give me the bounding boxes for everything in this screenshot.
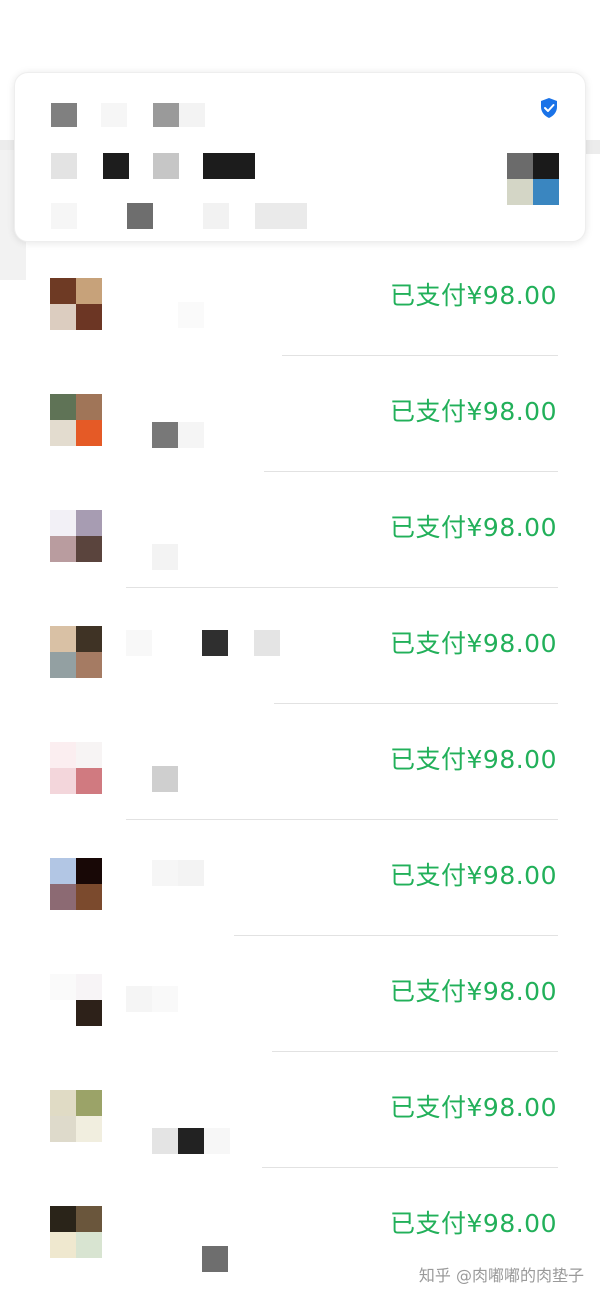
order-row[interactable]: 已支付¥98.00 (0, 472, 600, 588)
order-row[interactable]: 已支付¥98.00 (0, 820, 600, 936)
avatar[interactable] (50, 742, 102, 794)
blurred-block (51, 103, 77, 127)
blurred-name (126, 396, 306, 448)
payment-status: 已支付¥98.00 (390, 977, 557, 1006)
blurred-name (126, 1092, 306, 1154)
blurred-block (153, 153, 179, 179)
shield-check-icon (541, 98, 557, 118)
blurred-name (126, 744, 306, 792)
header-card[interactable] (14, 72, 586, 242)
payment-status: 已支付¥98.00 (390, 513, 557, 542)
blurred-block (255, 203, 307, 229)
payment-status: 已支付¥98.00 (390, 397, 557, 426)
payment-status: 已支付¥98.00 (390, 629, 557, 658)
order-row[interactable]: 已支付¥98.00 (0, 356, 600, 472)
blurred-name (126, 628, 306, 668)
avatar[interactable] (50, 394, 102, 446)
payment-status: 已支付¥98.00 (390, 861, 557, 890)
watermark: 知乎 @肉嘟嘟的肉垫子 (418, 1266, 584, 1285)
avatar[interactable] (50, 858, 102, 910)
payment-status: 已支付¥98.00 (390, 1093, 557, 1122)
blurred-block (51, 153, 77, 179)
blurred-block (203, 203, 229, 229)
avatar[interactable] (50, 510, 102, 562)
blurred-block (51, 203, 77, 229)
payment-status: 已支付¥98.00 (390, 281, 557, 310)
order-row[interactable]: 已支付¥98.00 (0, 936, 600, 1052)
blurred-block (101, 103, 127, 127)
avatar[interactable] (50, 1206, 102, 1258)
payment-status: 已支付¥98.00 (390, 1209, 557, 1238)
avatar[interactable] (50, 626, 102, 678)
order-row[interactable]: 已支付¥98.00 (0, 704, 600, 820)
blurred-name (126, 1208, 306, 1272)
blurred-block (203, 153, 255, 179)
blurred-block (179, 103, 205, 127)
order-row[interactable]: 已支付¥98.00 (0, 588, 600, 704)
avatar[interactable] (50, 974, 102, 1026)
payment-status: 已支付¥98.00 (390, 745, 557, 774)
blurred-name (126, 280, 306, 328)
blurred-name (126, 860, 306, 900)
blurred-name (126, 976, 306, 1016)
order-row[interactable]: 已支付¥98.00 (0, 240, 600, 356)
blurred-block (127, 203, 153, 229)
order-row[interactable]: 已支付¥98.00 (0, 1052, 600, 1168)
order-list: 已支付¥98.00 已支付¥98.00 已支付¥98.00 已支付¥98.00 已支付¥… (0, 240, 600, 1284)
blurred-block (153, 103, 179, 127)
avatar[interactable] (50, 278, 102, 330)
blurred-name (126, 512, 306, 570)
avatar[interactable] (50, 1090, 102, 1142)
blurred-block (103, 153, 129, 179)
avatar[interactable] (507, 153, 559, 205)
